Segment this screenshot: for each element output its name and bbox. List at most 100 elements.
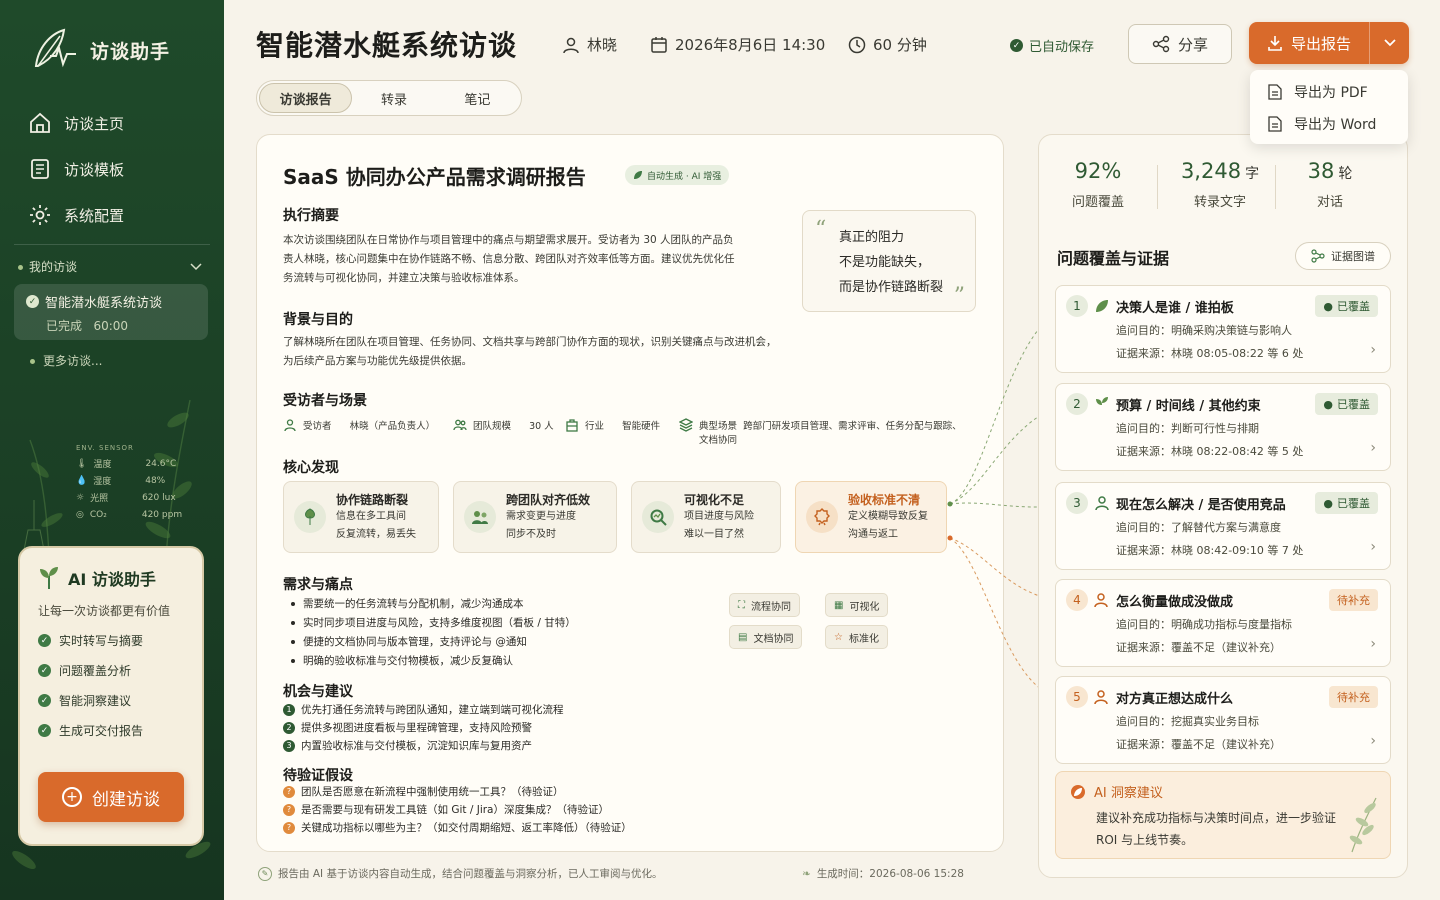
number-badge: 1 (283, 704, 295, 716)
close-quote-icon: ” (953, 284, 965, 309)
finding-desc: 反复流转，易丢失 (336, 528, 416, 540)
sensor-header: ENV. SENSOR (76, 444, 134, 452)
calendar-icon (651, 36, 667, 53)
tag-chip[interactable]: ▦ 可视化 (825, 593, 889, 617)
tag-chip[interactable]: ☆ 标准化 (825, 625, 888, 649)
my-interviews-toggle[interactable]: 我的访谈 (18, 258, 202, 275)
stat-label: 对话 (1316, 195, 1343, 210)
question-number: 3 (1066, 492, 1088, 514)
nav-item-templates[interactable]: 访谈模板 (28, 146, 208, 192)
question-card[interactable]: 2 预算 / 时间线 / 其他约束 ● 已覆盖 追问目的：判断可行性与排期 证据来… (1055, 383, 1391, 471)
question-icon: ? (283, 822, 295, 834)
sensor-value: 24.6°C (145, 458, 177, 469)
droplet-icon: 💧 (76, 475, 88, 486)
stat-transcript: 3,248 字 转录文字 (1165, 159, 1275, 210)
persona-key: 行业 (585, 421, 605, 432)
question-card-pending[interactable]: 4 怎么衡量做成没做成 待补充 追问目的：明确成功指标与度量指标 证据来源：覆盖… (1055, 579, 1391, 667)
clock-icon (848, 36, 866, 53)
number-badge: 2 (283, 722, 295, 734)
sensor-value: 48% (145, 475, 166, 486)
finding-card[interactable]: 协作链路断裂 信息在多工具间 反复流转，易丢失 (283, 481, 439, 553)
list-item: ? 团队是否愿意在新流程中强制使用统一工具？（待验证） (283, 783, 632, 801)
question-card-pending[interactable]: 5 对方真正想达成什么 待补充 追问目的：挖掘真实业务目标 证据来源：覆盖不足（… (1055, 676, 1391, 764)
team-icon (453, 419, 467, 431)
more-interviews-link[interactable]: 更多访谈... (30, 352, 102, 369)
question-icon: ? (283, 804, 295, 816)
background-text: 了解林晓所在团队在项目管理、任务协同、文档共享与跨部门协作方面的现状，识别关键痛… (283, 333, 777, 371)
download-icon (1268, 36, 1282, 51)
persona-key: 典型场景 (699, 421, 738, 432)
chevron-down-icon (1383, 39, 1396, 47)
leaf-icon: ✎ (258, 866, 272, 881)
question-source: 证据来源：林晓 08:05-08:22 等 6 处 (1116, 347, 1304, 360)
evidence-graph-button[interactable]: 证据图谱 (1295, 242, 1391, 270)
my-interviews-label: 我的访谈 (29, 260, 78, 274)
building-icon (566, 419, 578, 432)
stat-value: 92% (1074, 159, 1122, 183)
question-source: 证据来源：覆盖不足（建议补充） (1116, 738, 1281, 751)
tab-transcript[interactable]: 转录 (352, 83, 435, 113)
quote-line: 不是功能缺失， (839, 255, 931, 270)
co2-icon: ◎ (76, 509, 84, 520)
create-interview-button[interactable]: + 创建访谈 (38, 772, 184, 822)
check-circle-icon: ✓ (26, 295, 39, 308)
chevron-right-icon: › (1370, 342, 1376, 358)
share-button[interactable]: 分享 (1128, 24, 1232, 64)
persona-value: 林晓（产品负责人） (349, 421, 436, 432)
suggestions-heading: 机会与建议 (283, 684, 353, 700)
tag-chip[interactable]: ⛶ 流程协同 (729, 593, 800, 617)
stat-label: 转录文字 (1193, 195, 1246, 210)
key-quote: “ 真正的阻力 不是功能缺失， 而是协作链路断裂 ” (802, 210, 976, 312)
suggestion-text: 提供多视图进度看板与里程碑管理，支持风险预警 (301, 722, 532, 734)
tag-label: 文档协同 (753, 633, 794, 645)
text-line: 责人林晓，核心问题集中在协作链路不畅、信息分散、跨团队对齐效率低等方面。建议优先… (283, 253, 735, 265)
list-item: ? 关键成功指标以哪些为主？（如交付周期缩短、返工率降低）（待验证） (283, 819, 632, 837)
badge-label: 自动生成 · AI 增强 (647, 171, 722, 182)
persona-industry: 行业 智能硬件 (565, 418, 660, 432)
question-card[interactable]: 1 决策人是谁 / 谁拍板 ● 已覆盖 追问目的：明确采购决策链与影响人 证据来源… (1055, 285, 1391, 373)
ai-generated-badge: 自动生成 · AI 增强 (625, 165, 730, 185)
current-interview-item[interactable]: ✓ 智能潜水艇系统访谈 已完成 60:00 (14, 284, 208, 340)
export-word-option[interactable]: 导出为 Word (1250, 108, 1408, 140)
leaf-icon (634, 171, 642, 179)
list-item: ? 是否需要与现有研发工具链（如 Git / Jira）深度集成？（待验证） (283, 801, 632, 819)
footnote-text: 报告由 AI 基于访谈内容自动生成，结合问题覆盖与洞察分析，已人工审阅与优化。 (278, 868, 663, 880)
feature-label: 智能洞察建议 (59, 694, 132, 708)
tab-report[interactable]: 访谈报告 (259, 83, 353, 113)
interviewer-meta: 林晓 (562, 34, 617, 55)
tag-chip[interactable]: ▤ 文档协同 (729, 625, 803, 649)
finding-card[interactable]: 跨团队对齐低效 需求变更与进度 同步不及时 (453, 481, 617, 553)
report-title: SaaS 协同办公产品需求调研报告 (283, 165, 586, 189)
leaf-branch-icon (1349, 797, 1377, 853)
finding-card-warning[interactable]: 验收标准不清 定义模糊导致反复 沟通与返工 (795, 481, 947, 553)
nav-item-settings[interactable]: 系统配置 (28, 192, 208, 238)
check-circle-icon: ✓ (38, 724, 51, 737)
suggestion-text: 优先打通任务流转与跨团队通知，建立端到端可视化流程 (301, 704, 564, 716)
tab-notes[interactable]: 笔记 (436, 83, 519, 113)
export-main-button[interactable]: 导出报告 (1249, 22, 1369, 64)
sensor-value: 420 ppm (141, 509, 183, 520)
list-item: 实时同步项目进度与风险，支持多维度视图（看板 / 甘特） (291, 614, 576, 633)
background-heading: 背景与目的 (283, 312, 353, 328)
sprout-icon (40, 567, 58, 589)
export-dropdown-toggle[interactable] (1369, 22, 1409, 64)
status-badge: 待补充 (1329, 589, 1378, 611)
share-label: 分享 (1177, 35, 1208, 54)
finding-card[interactable]: 可视化不足 项目进度与风险 难以一目了然 (631, 481, 781, 553)
list-item: 需要统一的任务流转与分配机制，减少沟通成本 (291, 595, 576, 614)
feature-label: 生成可交付报告 (59, 724, 144, 738)
question-title: 预算 / 时间线 / 其他约束 (1116, 399, 1261, 414)
export-pdf-option[interactable]: 导出为 PDF (1250, 76, 1408, 108)
check-circle-icon: ✓ (1010, 39, 1023, 52)
flow-icon: ⛶ (738, 599, 745, 611)
nav-item-home[interactable]: 访谈主页 (28, 100, 208, 146)
question-card[interactable]: 3 现在怎么解决 / 是否使用竞品 ● 已覆盖 追问目的：了解替代方案与满意度 证… (1055, 482, 1391, 570)
plus-circle-icon: + (62, 787, 82, 807)
question-purpose: 追问目的：挖掘真实业务目标 (1116, 715, 1259, 728)
create-label: 创建访谈 (92, 789, 160, 810)
tag-label: 可视化 (849, 601, 880, 613)
text-line: 本次访谈围绕团队在日常协作与项目管理中的痛点与期望需求展开。受访者为 30 人团… (283, 234, 734, 246)
question-number: 4 (1066, 589, 1088, 611)
status-badge: ● 已覆盖 (1315, 492, 1378, 514)
finding-desc: 定义模糊导致反复 (848, 510, 928, 522)
